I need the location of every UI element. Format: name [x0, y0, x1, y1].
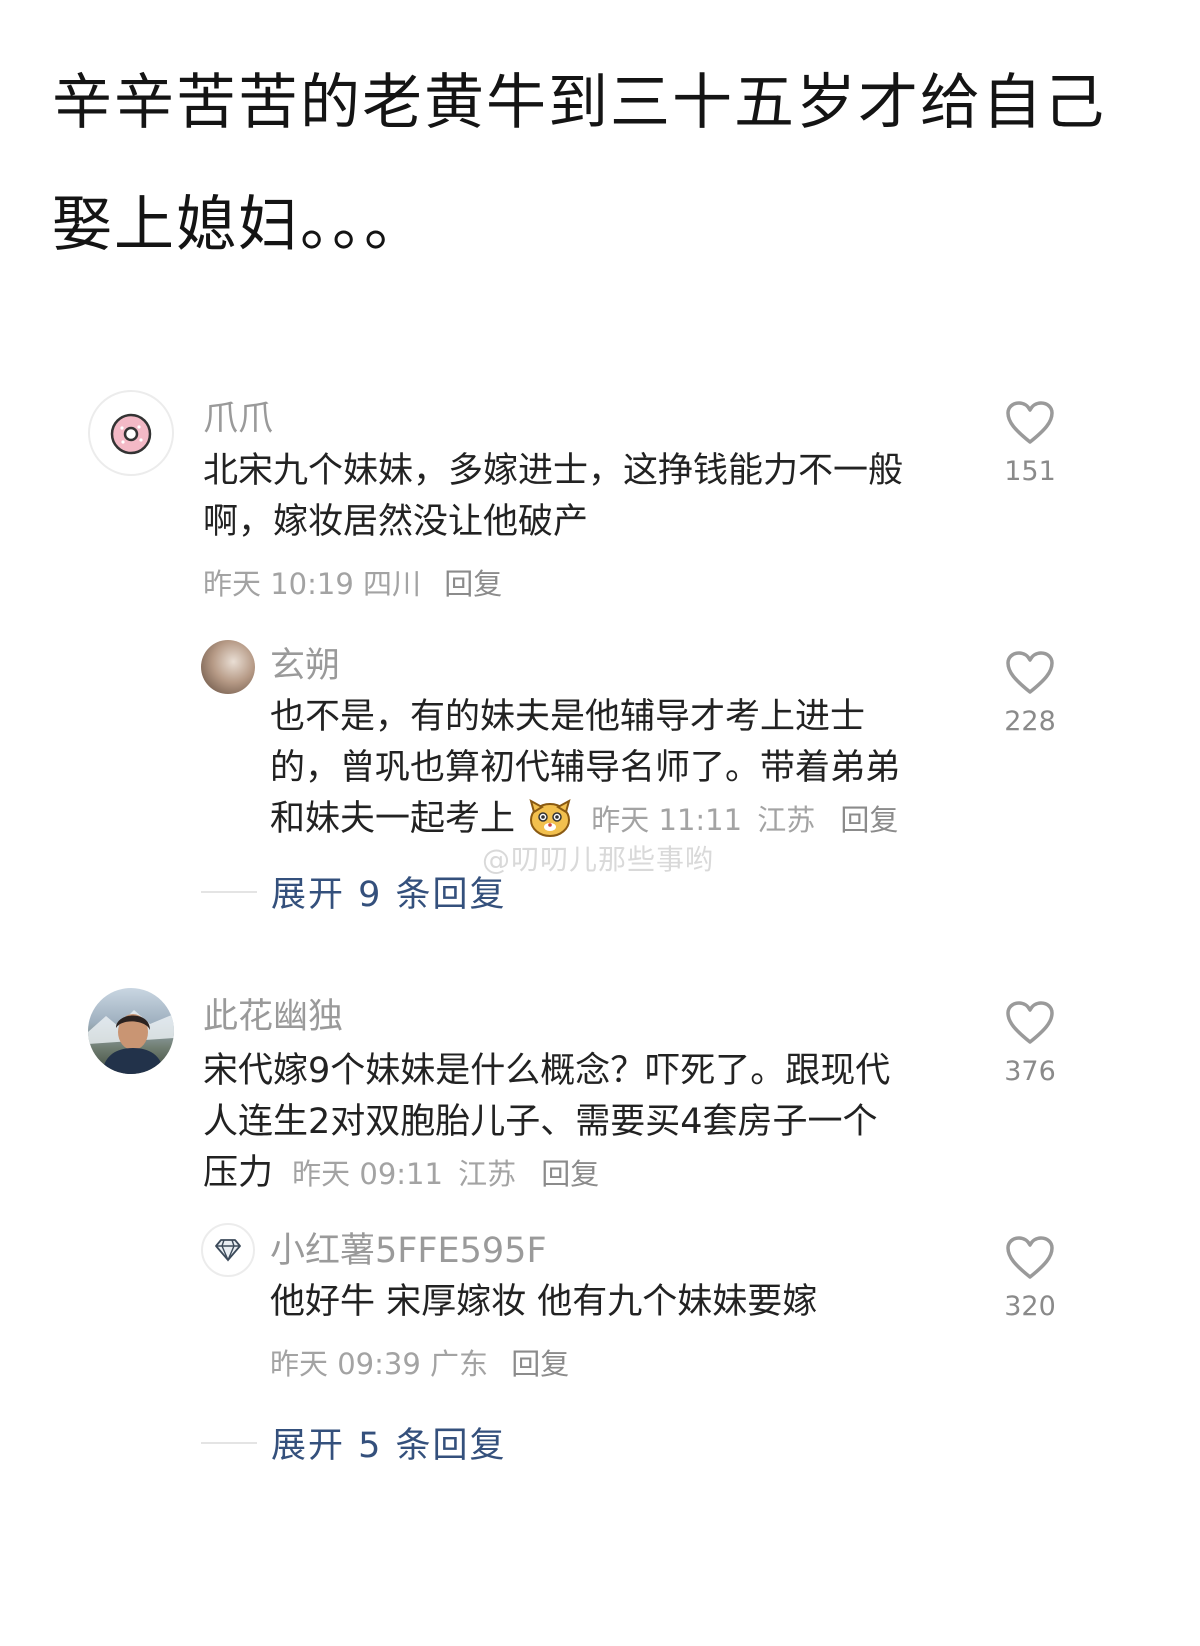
reply-text-line: 和妹夫一起考上 — [270, 799, 516, 839]
reply-author[interactable]: 小红薯5FFE595F — [270, 1222, 547, 1273]
reply-text: 也不是，有的妹夫是他辅导才考上进士 的，曾巩也算初代辅导名师了。带着弟弟 和妹夫… — [270, 692, 970, 846]
reply-button[interactable]: 回复 — [511, 1347, 569, 1381]
reply-text-line: 的，曾巩也算初代辅导名师了。带着弟弟 — [270, 748, 901, 788]
comment-author[interactable]: 此花幽独 — [203, 988, 343, 1039]
like-count: 151 — [1004, 456, 1056, 487]
heart-icon — [1006, 1236, 1054, 1279]
like-count: 376 — [1004, 1056, 1056, 1087]
avatar-xiaohongshu[interactable] — [201, 1223, 255, 1277]
reply-time: 昨天 11:11 — [591, 803, 743, 837]
comment-text: 宋代嫁9个妹妹是什么概念？吓死了。跟现代 人连生2对双胞胎儿子、需要买4套房子一… — [203, 1046, 963, 1200]
reply-button[interactable]: 回复 — [444, 567, 502, 601]
expand-replies-button[interactable]: 展开 5 条回复 — [201, 1417, 507, 1468]
comment-time: 昨天 09:11 — [292, 1157, 443, 1191]
reply-meta: 昨天 09:39 广东 回复 — [270, 1341, 569, 1383]
reply-text: 他好牛 宋厚嫁妆 他有九个妹妹要嫁 — [270, 1282, 818, 1322]
expand-replies-button[interactable]: 展开 9 条回复 — [201, 866, 507, 917]
diamond-icon — [215, 1239, 241, 1262]
heart-icon — [1006, 651, 1054, 694]
like-count: 320 — [1004, 1291, 1056, 1322]
reply-time: 昨天 09:39 — [270, 1347, 421, 1381]
comment-text-line: 宋代嫁9个妹妹是什么概念？吓死了。跟现代 — [203, 1051, 891, 1091]
person-photo-avatar — [88, 1010, 174, 1074]
donut-icon — [110, 413, 152, 455]
comment-meta: 昨天 10:19 四川 回复 — [203, 561, 502, 603]
reply-location: 江苏 — [757, 803, 816, 837]
comment-text: 北宋九个妹妹，多嫁进士，这挣钱能力不一般啊，嫁妆居然没让他破产 — [203, 451, 904, 542]
reply-button[interactable]: 回复 — [541, 1157, 599, 1191]
comment-location: 江苏 — [458, 1157, 517, 1191]
post-title: 辛辛苦苦的老黄牛到三十五岁才给自己娶上媳妇。。。 — [52, 68, 1106, 260]
reply-text-line: 也不是，有的妹夫是他辅导才考上进士 — [270, 697, 866, 737]
expand-replies-label: 展开 5 条回复 — [271, 1426, 507, 1466]
reply-button[interactable]: 回复 — [840, 803, 898, 837]
reply-location: 广东 — [430, 1347, 489, 1381]
watermark: @叨叨儿那些事哟 — [482, 843, 715, 876]
heart-icon — [1006, 401, 1054, 444]
like-button[interactable]: 228 — [990, 650, 1070, 737]
reply-author[interactable]: 玄朔 — [270, 637, 340, 688]
divider-line — [201, 890, 257, 893]
avatar-cihuayoudu[interactable] — [88, 988, 174, 1074]
divider-line — [201, 1441, 257, 1444]
comment-text-line: 压力 — [203, 1153, 274, 1193]
dog-face-emoji — [529, 798, 571, 837]
avatar-zhuazhua[interactable] — [88, 390, 174, 476]
like-button[interactable]: 320 — [990, 1235, 1070, 1322]
comment-time: 昨天 10:19 — [203, 567, 354, 601]
comment-text-line: 人连生2对双胞胎儿子、需要买4套房子一个 — [203, 1102, 878, 1142]
like-button[interactable]: 376 — [990, 1000, 1070, 1087]
expand-replies-label: 展开 9 条回复 — [271, 875, 507, 915]
like-count: 228 — [1004, 706, 1056, 737]
like-button[interactable]: 151 — [990, 400, 1070, 487]
comment-location: 四川 — [363, 567, 422, 601]
comment-author[interactable]: 爪爪 — [203, 390, 273, 441]
heart-icon — [1006, 1001, 1054, 1044]
avatar-xuanshuo[interactable] — [201, 640, 255, 694]
